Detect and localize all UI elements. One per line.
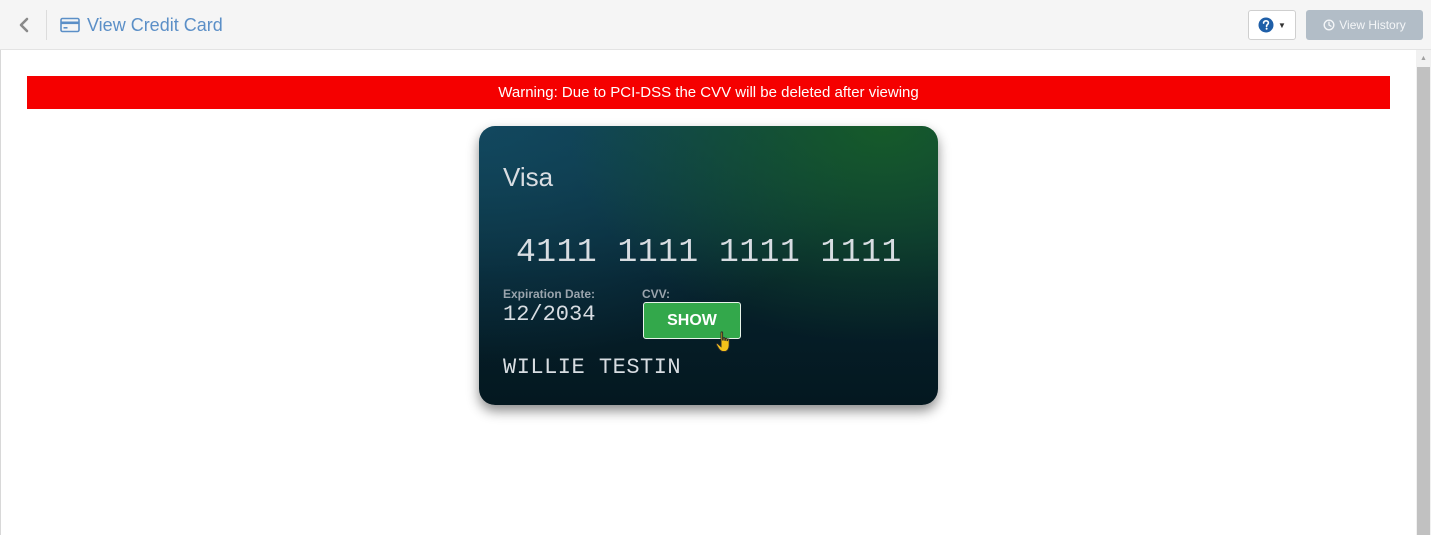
- top-bar: View Credit Card ▼ View History: [0, 0, 1431, 50]
- card-number: 4111 1111 1111 1111: [516, 234, 902, 271]
- pci-warning-banner: Warning: Due to PCI-DSS the CVV will be …: [27, 76, 1390, 109]
- chevron-left-icon: [19, 17, 29, 33]
- credit-card-panel: Visa 4111 1111 1111 1111 Expiration Date…: [479, 126, 938, 405]
- back-button[interactable]: [14, 13, 34, 37]
- scroll-thumb[interactable]: [1417, 67, 1430, 535]
- scroll-up-arrow-icon[interactable]: ▲: [1416, 50, 1431, 66]
- question-circle-icon: [1258, 17, 1274, 33]
- help-dropdown-button[interactable]: ▼: [1248, 10, 1296, 40]
- expiration-value: 12/2034: [503, 302, 596, 327]
- credit-card-icon: [60, 17, 80, 33]
- view-history-button[interactable]: View History: [1306, 10, 1423, 40]
- clock-icon: [1323, 19, 1335, 31]
- card-brand: Visa: [503, 162, 554, 192]
- cardholder-name: WILLIE TESTIN: [503, 355, 682, 380]
- header-divider: [46, 10, 47, 40]
- page-title-text: View Credit Card: [87, 14, 223, 35]
- page-title: View Credit Card: [60, 13, 223, 37]
- expiration-label: Expiration Date:: [503, 287, 596, 301]
- cvv-label: CVV:: [642, 287, 671, 301]
- content-left-border: [0, 50, 1, 535]
- vertical-scrollbar[interactable]: ▲: [1416, 50, 1431, 535]
- caret-down-icon: ▼: [1278, 20, 1286, 30]
- hand-pointer-cursor-icon: [715, 331, 730, 352]
- view-history-label: View History: [1339, 18, 1406, 32]
